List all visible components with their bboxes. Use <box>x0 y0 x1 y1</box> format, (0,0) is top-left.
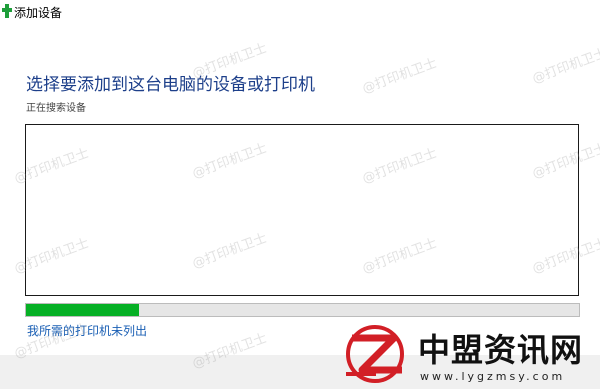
search-status: 正在搜索设备 <box>26 103 86 114</box>
brand-name: 中盟资讯网 <box>418 331 584 369</box>
watermark-text: @打印机卫士 <box>360 55 439 97</box>
printer-not-listed-link[interactable]: 我所需的打印机未列出 <box>27 322 147 339</box>
progress-fill <box>26 304 140 316</box>
add-device-icon <box>2 4 12 18</box>
page-heading: 选择要添加到这台电脑的设备或打印机 <box>26 75 315 95</box>
window-title: 添加设备 <box>14 6 63 20</box>
brand-logo <box>346 325 404 383</box>
device-list[interactable] <box>25 124 579 296</box>
watermark-text: @打印机卫士 <box>530 45 600 87</box>
search-progress-bar <box>25 303 580 317</box>
brand-url: www.lygzmsy.com <box>420 370 566 383</box>
title-bar: 添加设备 <box>0 0 600 24</box>
